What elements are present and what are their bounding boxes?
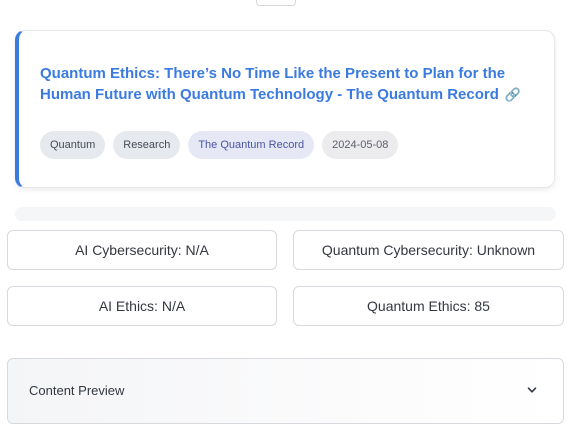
chevron-down-icon[interactable] bbox=[527, 385, 537, 395]
article-title: Quantum Ethics: There’s No Time Like the… bbox=[40, 65, 506, 103]
source-tag: The Quantum Record bbox=[188, 131, 315, 159]
tag-quantum: Quantum bbox=[40, 131, 106, 159]
content-preview-label: Content Preview bbox=[29, 383, 125, 398]
article-card: Quantum Ethics: There’s No Time Like the… bbox=[15, 30, 555, 188]
article-title-link[interactable]: Quantum Ethics: There’s No Time Like the… bbox=[40, 63, 540, 105]
content-preview-expander[interactable]: Content Preview bbox=[7, 358, 564, 424]
top-handle bbox=[256, 0, 296, 6]
tag-list: Quantum Research The Quantum Record 2024… bbox=[40, 131, 399, 159]
divider-bar bbox=[15, 207, 556, 221]
ai-cybersecurity-metric: AI Cybersecurity: N/A bbox=[7, 230, 277, 270]
quantum-ethics-metric: Quantum Ethics: 85 bbox=[293, 286, 564, 326]
link-icon: 🔗 bbox=[504, 87, 522, 102]
date-tag: 2024-05-08 bbox=[322, 131, 399, 159]
ai-ethics-metric: AI Ethics: N/A bbox=[7, 286, 277, 326]
tag-research: Research bbox=[113, 131, 181, 159]
quantum-cybersecurity-metric: Quantum Cybersecurity: Unknown bbox=[293, 230, 564, 270]
